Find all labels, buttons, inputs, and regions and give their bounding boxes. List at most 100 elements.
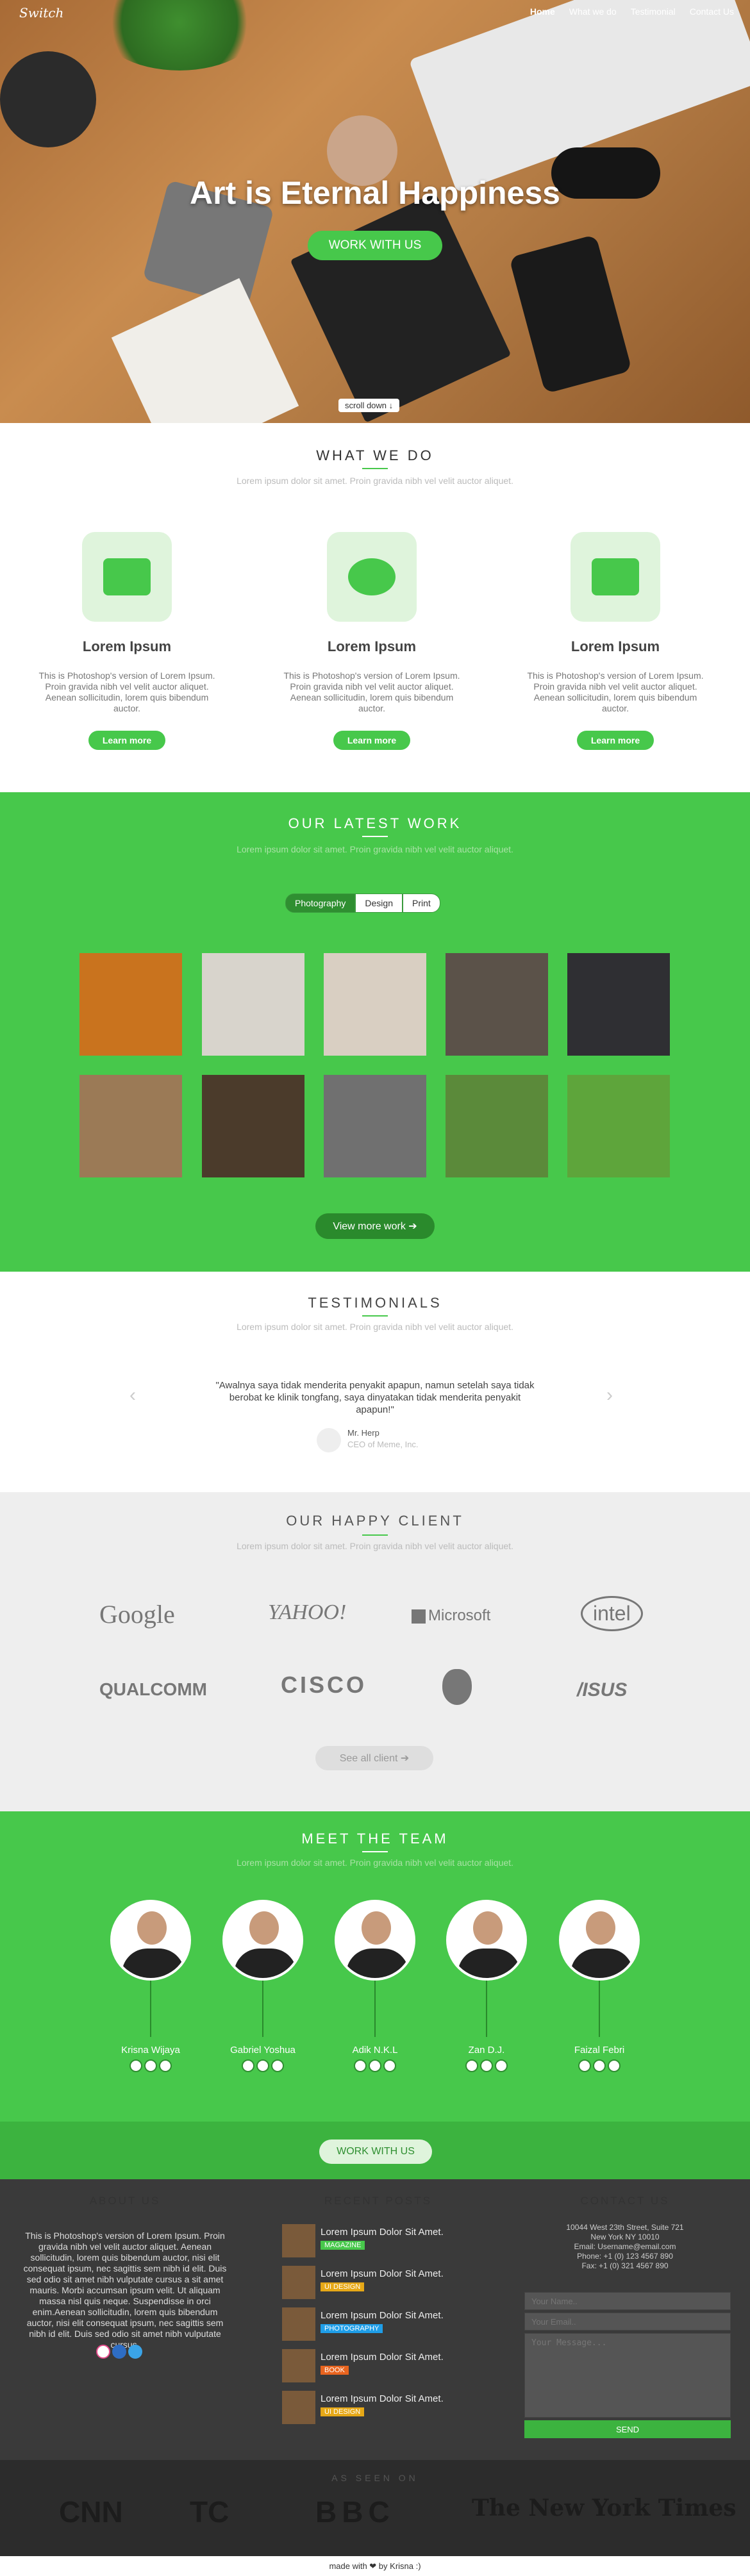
member-name: Faizal Febri [574, 2045, 625, 2056]
work-thumbnail[interactable] [324, 1075, 426, 1177]
post-tag[interactable]: MAGAZINE [321, 2241, 365, 2250]
member-name: Zan D.J. [468, 2045, 505, 2056]
divider [362, 1851, 388, 1852]
post-title[interactable]: Lorem Ipsum Dolor Sit Amet. [321, 2352, 444, 2363]
recent-posts-title: RECENT POSTS [324, 2195, 432, 2207]
scroll-down-button[interactable]: scroll down ↓ [338, 399, 400, 412]
work-thumbnail[interactable] [202, 1075, 304, 1177]
post-tag[interactable]: BOOK [321, 2366, 349, 2375]
post-thumbnail [282, 2349, 315, 2382]
member-social [446, 2059, 527, 2072]
team-member: Faizal Febri [559, 1900, 640, 2072]
work-with-us-button[interactable]: WORK WITH US [308, 231, 442, 260]
facebook-icon[interactable] [112, 2345, 126, 2359]
twitter-icon[interactable] [128, 2345, 142, 2359]
twitter-icon[interactable] [495, 2059, 508, 2072]
work-thumbnail[interactable] [79, 953, 182, 1056]
divider [362, 1534, 388, 1536]
as-seen-on: AS SEEN ON CNN TC BBC The New York Times [0, 2460, 750, 2556]
name-input[interactable] [524, 2292, 731, 2310]
post-tag[interactable]: UI DESIGN [321, 2282, 365, 2291]
recent-post[interactable]: Lorem Ipsum Dolor Sit Amet. PHOTOGRAPHY [282, 2307, 468, 2342]
page: Switch Home What we do Testimonial Conta… [0, 0, 750, 2576]
learn-more-button[interactable]: Learn more [577, 731, 654, 750]
learn-more-button[interactable]: Learn more [333, 731, 410, 750]
view-more-work-button[interactable]: View more work ➔ [315, 1213, 435, 1239]
twitter-icon[interactable] [383, 2059, 396, 2072]
team-member: Gabriel Yoshua [222, 1900, 303, 2072]
member-photo [446, 1900, 527, 1981]
site-logo[interactable]: Switch [19, 5, 63, 21]
member-photo [335, 1900, 415, 1981]
facebook-icon[interactable] [369, 2059, 381, 2072]
contact-line: 10044 West 23th Street, Suite 721 [566, 2223, 684, 2232]
work-thumbnail[interactable] [446, 1075, 548, 1177]
work-thumbnail[interactable] [446, 953, 548, 1056]
member-line [599, 1981, 600, 2037]
filter-print[interactable]: Print [403, 893, 440, 913]
dribbble-icon[interactable] [465, 2059, 478, 2072]
email-input[interactable] [524, 2313, 731, 2331]
about-title: ABOUT US [89, 2195, 161, 2207]
section-title-what-we-do: WHAT WE DO [316, 447, 434, 463]
post-thumbnail [282, 2266, 315, 2299]
service-card: Lorem Ipsum This is Photoshop's version … [269, 532, 474, 750]
dribbble-icon[interactable] [354, 2059, 367, 2072]
dribbble-icon[interactable] [96, 2345, 110, 2359]
recent-post[interactable]: Lorem Ipsum Dolor Sit Amet. UI DESIGN [282, 2266, 468, 2300]
service-text: This is Photoshop's version of Lorem Ips… [283, 670, 460, 713]
service-text: This is Photoshop's version of Lorem Ips… [527, 670, 704, 713]
contact-line: Email: Username@email.com [574, 2242, 676, 2251]
contact-line: Fax: +1 (0) 321 4567 890 [581, 2261, 669, 2270]
facebook-icon[interactable] [480, 2059, 493, 2072]
nav-item-home[interactable]: Home [530, 6, 555, 17]
cisco-logo: CISCO [281, 1672, 367, 1698]
member-line [262, 1981, 263, 2037]
twitter-icon[interactable] [608, 2059, 621, 2072]
member-name: Krisna Wijaya [121, 2045, 180, 2056]
work-with-us-button-team[interactable]: WORK WITH US [319, 2140, 432, 2164]
send-button[interactable]: SEND [524, 2420, 731, 2438]
filter-design[interactable]: Design [355, 893, 403, 913]
member-name: Adik N.K.L [352, 2045, 398, 2056]
recent-post[interactable]: Lorem Ipsum Dolor Sit Amet. MAGAZINE [282, 2224, 468, 2259]
nav-item-testimonial[interactable]: Testimonial [631, 6, 676, 17]
divider [362, 836, 388, 837]
section-title-team: MEET THE TEAM [301, 1831, 449, 1847]
post-tag[interactable]: PHOTOGRAPHY [321, 2324, 383, 2333]
dribbble-icon[interactable] [578, 2059, 591, 2072]
work-thumbnail[interactable] [324, 953, 426, 1056]
recent-post[interactable]: Lorem Ipsum Dolor Sit Amet. BOOK [282, 2349, 468, 2384]
twitter-icon[interactable] [271, 2059, 284, 2072]
learn-more-button[interactable]: Learn more [88, 731, 165, 750]
facebook-icon[interactable] [144, 2059, 157, 2072]
facebook-icon[interactable] [593, 2059, 606, 2072]
work-thumbnail[interactable] [79, 1075, 182, 1177]
microsoft-logo: Microsoft [412, 1607, 490, 1625]
next-arrow-icon[interactable]: › [606, 1384, 613, 1406]
recent-post[interactable]: Lorem Ipsum Dolor Sit Amet. UI DESIGN [282, 2391, 468, 2425]
dribbble-icon[interactable] [129, 2059, 142, 2072]
work-thumbnail[interactable] [567, 953, 670, 1056]
twitter-icon[interactable] [159, 2059, 172, 2072]
message-input[interactable] [524, 2333, 731, 2418]
bbc-logo: BBC [315, 2495, 395, 2529]
facebook-icon[interactable] [256, 2059, 269, 2072]
post-title[interactable]: Lorem Ipsum Dolor Sit Amet. [321, 2227, 444, 2238]
post-title[interactable]: Lorem Ipsum Dolor Sit Amet. [321, 2310, 444, 2321]
member-line [150, 1981, 151, 2037]
work-thumbnail[interactable] [202, 953, 304, 1056]
post-title[interactable]: Lorem Ipsum Dolor Sit Amet. [321, 2393, 444, 2404]
dribbble-icon[interactable] [242, 2059, 254, 2072]
intel-logo: intel [581, 1596, 643, 1631]
post-title[interactable]: Lorem Ipsum Dolor Sit Amet. [321, 2268, 444, 2279]
work-thumbnail[interactable] [567, 1075, 670, 1177]
prev-arrow-icon[interactable]: ‹ [129, 1384, 136, 1406]
nav-item-contact[interactable]: Contact Us [690, 6, 734, 17]
post-tag[interactable]: UI DESIGN [321, 2407, 365, 2416]
filter-photography[interactable]: Photography [285, 893, 356, 913]
nav-item-what-we-do[interactable]: What we do [569, 6, 617, 17]
service-card: Lorem Ipsum This is Photoshop's version … [513, 532, 718, 750]
magazine-image [111, 278, 299, 423]
see-all-client-button[interactable]: See all client ➔ [315, 1746, 433, 1770]
